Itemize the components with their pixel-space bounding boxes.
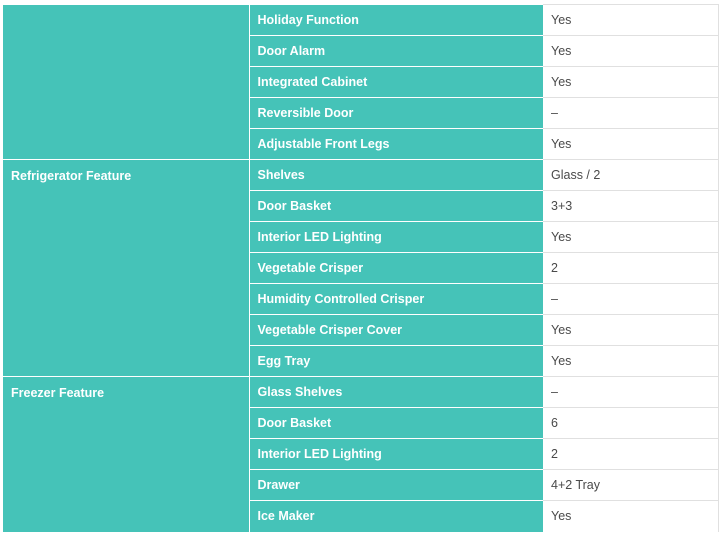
feature-value: Yes — [543, 66, 719, 98]
feature-label: Door Alarm — [249, 35, 543, 67]
feature-label: Shelves — [249, 159, 543, 191]
feature-label: Egg Tray — [249, 345, 543, 377]
feature-label: Integrated Cabinet — [249, 66, 543, 98]
feature-value: 4+2 Tray — [543, 469, 719, 501]
feature-value: – — [543, 97, 719, 129]
feature-label: Holiday Function — [249, 4, 543, 36]
group-label: Refrigerator Feature — [3, 159, 250, 377]
group-label — [3, 4, 250, 160]
feature-label: Glass Shelves — [249, 376, 543, 408]
feature-label: Door Basket — [249, 407, 543, 439]
feature-label: Reversible Door — [249, 97, 543, 129]
feature-value: 3+3 — [543, 190, 719, 222]
feature-value: Yes — [543, 314, 719, 346]
feature-value: Yes — [543, 221, 719, 253]
feature-label: Adjustable Front Legs — [249, 128, 543, 160]
feature-value: – — [543, 283, 719, 315]
feature-label: Interior LED Lighting — [249, 221, 543, 253]
feature-label: Drawer — [249, 469, 543, 501]
spec-table: Holiday Function Yes Door Alarm Yes Inte… — [3, 4, 719, 532]
feature-label: Ice Maker — [249, 500, 543, 532]
table-row: Refrigerator Feature Shelves Glass / 2 — [3, 159, 719, 377]
feature-label: Door Basket — [249, 190, 543, 222]
feature-value: 2 — [543, 438, 719, 470]
table-row: Freezer Feature Glass Shelves – — [3, 376, 719, 532]
feature-label: Interior LED Lighting — [249, 438, 543, 470]
feature-value: Yes — [543, 4, 719, 36]
feature-value: 6 — [543, 407, 719, 439]
table-row: Holiday Function Yes — [3, 4, 719, 160]
feature-label: Humidity Controlled Crisper — [249, 283, 543, 315]
feature-value: – — [543, 376, 719, 408]
feature-label: Vegetable Crisper — [249, 252, 543, 284]
feature-value: Yes — [543, 35, 719, 67]
feature-value: 2 — [543, 252, 719, 284]
feature-value: Yes — [543, 128, 719, 160]
feature-value: Yes — [543, 345, 719, 377]
feature-value: Yes — [543, 500, 719, 532]
feature-label: Vegetable Crisper Cover — [249, 314, 543, 346]
group-label: Freezer Feature — [3, 376, 250, 532]
feature-value: Glass / 2 — [543, 159, 719, 191]
